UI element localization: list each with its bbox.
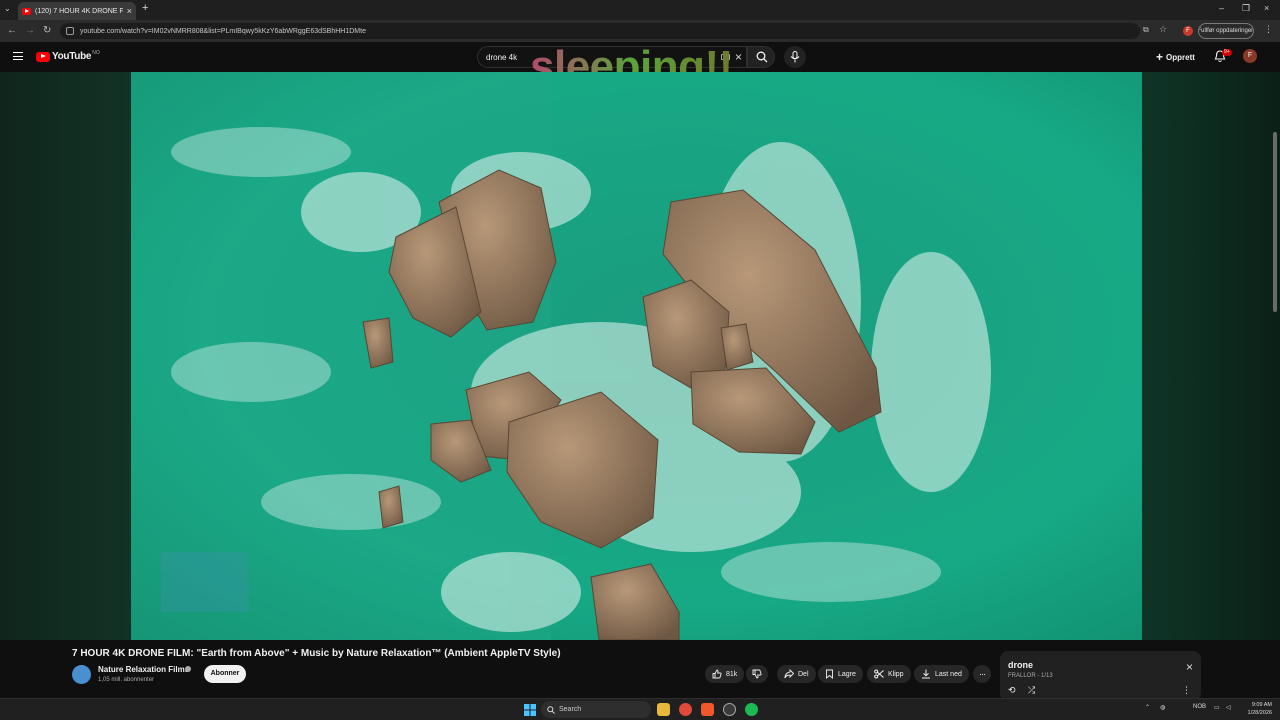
create-label: Opprett — [1166, 52, 1195, 62]
network-icon[interactable]: ▭ — [1214, 704, 1220, 711]
like-button[interactable]: 81k — [705, 665, 745, 683]
forward-icon[interactable]: → — [25, 25, 35, 36]
shuffle-icon[interactable]: ⤮ — [1028, 685, 1035, 696]
save-button[interactable]: Lagre — [818, 665, 863, 683]
site-info-icon[interactable] — [66, 27, 74, 35]
tab-title: (120) 7 HOUR 4K DRONE FILM — [35, 7, 123, 15]
clock-date: 1/28/2026 — [1247, 710, 1272, 716]
chrome-icon[interactable] — [679, 703, 692, 716]
windows-start-icon[interactable] — [524, 704, 536, 716]
voice-search-button[interactable] — [784, 46, 806, 68]
clock-app-icon[interactable] — [723, 703, 736, 716]
loop-icon[interactable]: ⟲ — [1008, 685, 1016, 696]
more-icon: ··· — [979, 669, 986, 679]
taskbar-clock[interactable]: 9:09 AM 1/28/2026 — [1238, 701, 1272, 717]
dislike-button[interactable] — [746, 665, 768, 683]
playlist-panel: drone FRALLOR - 1/13 × ⟲ ⤮ ⋮ — [1000, 651, 1201, 701]
share-label: Del — [798, 670, 809, 678]
url-text: youtube.com/watch?v=IM02vNMRR808&list=PL… — [80, 27, 366, 35]
plus-icon: + — [1156, 50, 1164, 64]
share-button[interactable]: Del — [777, 665, 816, 683]
close-playlist-icon[interactable]: × — [1186, 660, 1193, 674]
clip-button[interactable]: Klipp — [867, 665, 911, 683]
browser-menu-icon[interactable]: ⋮ — [1264, 24, 1273, 35]
ambient-glow-left — [0, 72, 131, 640]
video-player-area — [0, 72, 1280, 694]
new-tab-button[interactable]: + — [142, 2, 148, 14]
video-title: 7 HOUR 4K DRONE FILM: "Earth from Above"… — [72, 648, 561, 659]
search-button[interactable] — [747, 46, 775, 68]
youtube-favicon-icon — [22, 7, 31, 15]
thumbs-down-icon — [752, 669, 762, 679]
youtube-play-icon — [36, 51, 50, 62]
windows-taskbar: Search ⌃ ◍ NOB ▭ ◁ 9:09 AM 1/28/2026 — [0, 698, 1280, 720]
taskbar-search-label: Search — [559, 706, 582, 713]
clip-label: Klipp — [888, 670, 904, 678]
menu-icon[interactable] — [13, 52, 23, 60]
more-actions-button[interactable]: ··· — [973, 665, 991, 683]
install-icon[interactable]: ⧉ — [1143, 25, 1149, 35]
playlist-menu-icon[interactable]: ⋮ — [1182, 685, 1191, 696]
playlist-subtitle: FRALLOR - 1/13 — [1008, 673, 1053, 679]
reload-icon[interactable]: ↻ — [43, 25, 51, 36]
close-tab-icon[interactable]: × — [127, 6, 132, 16]
channel-avatar[interactable] — [72, 665, 91, 684]
close-window-button[interactable]: × — [1264, 3, 1269, 13]
back-icon[interactable]: ← — [7, 25, 17, 36]
address-bar[interactable]: youtube.com/watch?v=IM02vNMRR808&list=PL… — [60, 23, 1140, 39]
channel-name[interactable]: Nature Relaxation Films — [98, 665, 189, 674]
playlist-title[interactable]: drone — [1008, 660, 1033, 670]
tab-list-button[interactable]: ⌄ — [4, 4, 11, 13]
subscribe-button[interactable]: Abonner — [204, 665, 246, 683]
share-icon — [784, 669, 794, 679]
microphone-icon — [790, 51, 800, 63]
download-label: Last ned — [935, 670, 962, 678]
video-frame-image — [131, 72, 1142, 640]
volume-icon[interactable]: ◁ — [1226, 704, 1231, 711]
save-label: Lagre — [838, 670, 856, 678]
scissors-icon — [874, 669, 884, 679]
bookmark-star-icon[interactable]: ☆ — [1159, 24, 1167, 35]
notification-count-badge: 9+ — [1222, 49, 1232, 56]
input-language[interactable]: NOB — [1193, 704, 1206, 710]
clock-time: 9:09 AM — [1251, 702, 1272, 708]
youtube-wordmark: YouTube — [52, 51, 92, 62]
page-scrollbar[interactable] — [1273, 132, 1277, 312]
clear-search-icon[interactable]: × — [735, 50, 742, 64]
tray-app-icon[interactable]: ◍ — [1160, 704, 1165, 711]
like-count: 81k — [726, 670, 738, 678]
spotify-icon[interactable] — [745, 703, 758, 716]
browser-profile-avatar[interactable]: F — [1183, 26, 1193, 36]
minimize-button[interactable]: – — [1219, 3, 1224, 13]
thumbs-up-icon — [712, 669, 722, 679]
verified-check-icon — [185, 666, 191, 672]
ambient-glow-right — [1142, 72, 1280, 640]
create-button[interactable]: + Opprett — [1156, 48, 1195, 66]
account-avatar[interactable]: F — [1243, 49, 1257, 63]
file-explorer-icon[interactable] — [657, 703, 670, 716]
browser-tab-bar: ⌄ (120) 7 HOUR 4K DRONE FILM × + – ❐ × — [0, 0, 1280, 20]
search-query: drone 4k — [486, 52, 518, 62]
taskbar-search[interactable]: Search — [541, 701, 651, 718]
search-icon — [756, 51, 768, 63]
download-icon — [922, 669, 930, 679]
youtube-header: YouTube NO drone 4k × sleeping!! + Oppre… — [0, 42, 1280, 89]
taskbar-search-icon — [547, 706, 555, 714]
download-button[interactable]: Last ned — [914, 665, 969, 683]
bookmark-icon — [826, 669, 833, 679]
subscriber-count: 1,05 mill. abonnenter — [98, 677, 155, 683]
maximize-button[interactable]: ❐ — [1242, 3, 1250, 14]
country-code: NO — [92, 49, 100, 56]
youtube-logo[interactable]: YouTube NO — [36, 49, 100, 62]
browser-tab[interactable]: (120) 7 HOUR 4K DRONE FILM × — [18, 2, 136, 20]
brave-icon[interactable] — [701, 703, 714, 716]
browser-toolbar: ← → ↻ youtube.com/watch?v=IM02vNMRR808&l… — [0, 20, 1280, 42]
update-browser-button[interactable]: Fullfør oppdateringen — [1198, 23, 1254, 39]
video-player[interactable] — [131, 72, 1142, 640]
tray-chevron-icon[interactable]: ⌃ — [1145, 704, 1150, 711]
